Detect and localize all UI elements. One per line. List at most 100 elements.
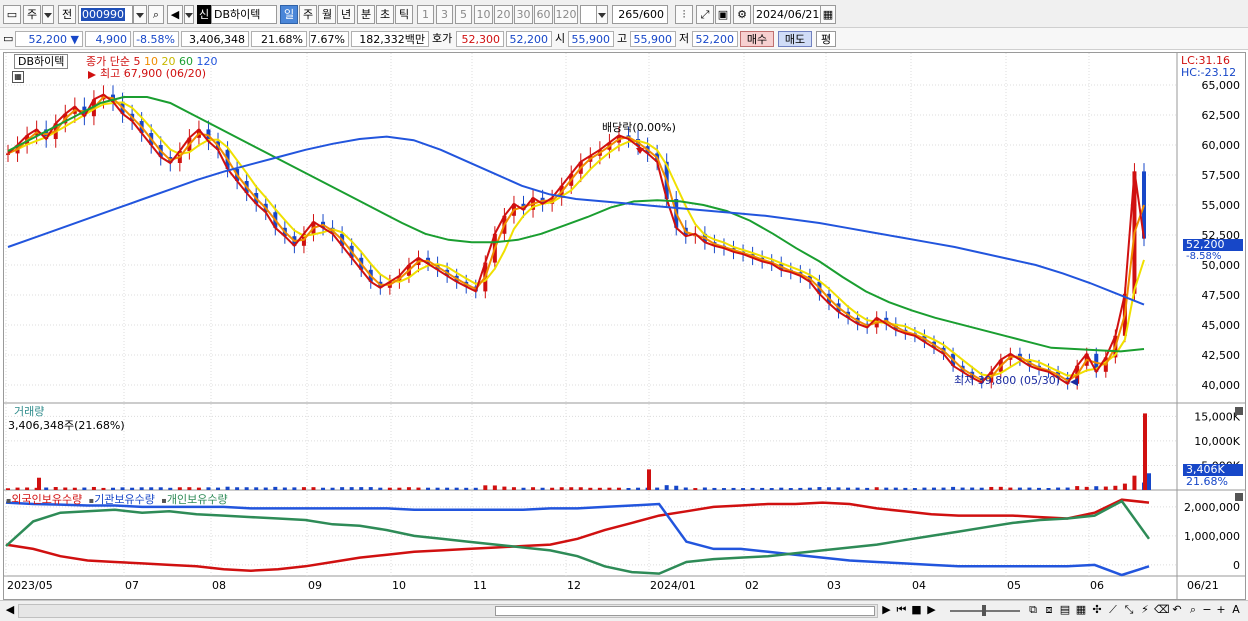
period-tab-week[interactable]: 주	[299, 5, 317, 24]
stock-name-box[interactable]: DB하이텍	[14, 54, 69, 69]
volume-bar	[111, 487, 116, 490]
volume-bar	[1017, 487, 1022, 490]
scroll-left-icon[interactable]: ◀	[4, 603, 16, 619]
speaker-dropdown-icon[interactable]	[184, 5, 194, 24]
legend-institution: 기관보유수량	[94, 493, 155, 506]
search-icon[interactable]: ⌕	[148, 5, 164, 24]
holding-tick-label: 1,000,000	[1184, 530, 1240, 543]
volume-field: 3,406,348	[181, 31, 249, 47]
volume-bar	[817, 487, 822, 490]
chart-canvas[interactable]: 2023/05 07 08 09 10 11 12 2024/01 02 03 04 05 06 06/2…	[4, 53, 1245, 599]
volume-bar	[225, 486, 230, 490]
stock-code-dropdown-icon[interactable]	[133, 5, 147, 24]
interval-3[interactable]: 3	[436, 5, 453, 24]
volume-bar	[731, 487, 736, 490]
scroll-right-icon[interactable]: ▶	[880, 603, 893, 619]
scroll-thumb[interactable]	[495, 606, 875, 616]
period-tab-month[interactable]: 월	[318, 5, 336, 24]
save-icon[interactable]: ▣	[715, 5, 731, 24]
zoom-slider-handle[interactable]	[982, 605, 986, 616]
market-type-select[interactable]: 주	[23, 5, 41, 24]
eraser-icon[interactable]: ⌫	[1154, 603, 1170, 619]
zoom-slider[interactable]	[950, 603, 1020, 619]
volume-bar	[597, 487, 602, 490]
speaker-icon[interactable]: ◀	[167, 5, 183, 24]
font-size-icon[interactable]: A	[1229, 603, 1243, 619]
scroll-track[interactable]	[18, 604, 878, 618]
grid-toggle-icon[interactable]: ▦	[12, 71, 24, 83]
settings-gear-icon[interactable]: ⚙	[733, 5, 751, 24]
ray-icon[interactable]: ⤡	[1122, 603, 1136, 619]
volume-bar	[540, 487, 545, 490]
interval-dropdown-icon[interactable]	[596, 5, 608, 24]
volume-bar	[989, 486, 994, 490]
bottom-scroll-bar: ◀ ▶ ⏮ ■ ▶ ⧉ ⧈ ▤ ▦ ✣ ⟋ ⤡ ⚡ ⌫ ↶ ⌕ − + A	[0, 600, 1248, 621]
volume-spike-bar	[647, 469, 651, 490]
zoom-out-icon[interactable]: −	[1201, 603, 1213, 619]
volume-pane-close-icon[interactable]	[1235, 407, 1243, 415]
interval-30[interactable]: 30	[514, 5, 533, 24]
print-icon[interactable]: ▤	[1058, 603, 1072, 619]
ma20-line	[7, 101, 1145, 378]
volume-bar	[702, 487, 707, 490]
interval-120[interactable]: 120	[554, 5, 578, 24]
period-tab-day[interactable]: 일	[280, 5, 298, 24]
price-tick-label: 60,000	[1202, 139, 1241, 152]
candle-type-icon[interactable]: ⫶	[675, 5, 693, 24]
x-tick-label: 08	[212, 579, 226, 592]
collapse-icon[interactable]: ▭	[3, 31, 13, 47]
play-icon[interactable]: ▶	[925, 603, 938, 619]
volume-bar	[750, 487, 755, 490]
stock-code-input[interactable]: 000990	[78, 5, 133, 24]
holding-tick-label: 0	[1233, 559, 1240, 572]
buy-button[interactable]: 매수	[740, 31, 774, 47]
zoom-in-icon[interactable]: +	[1215, 603, 1227, 619]
count-total: /600	[639, 8, 664, 21]
period-tab-minute[interactable]: 분	[357, 5, 375, 24]
holding-series-line	[5, 499, 1151, 575]
holding-pane-close-icon[interactable]	[1235, 493, 1243, 501]
interval-20[interactable]: 20	[494, 5, 513, 24]
period-tab-tick[interactable]: 틱	[395, 5, 413, 24]
x-tick-label: 2023/05	[7, 579, 53, 592]
undo-icon[interactable]: ↶	[1170, 603, 1184, 619]
interval-5[interactable]: 5	[455, 5, 472, 24]
compare-icon[interactable]: ⧈	[1042, 603, 1056, 619]
prev-label: 전	[61, 8, 73, 21]
sell-button-label: 매도	[784, 33, 806, 46]
period-tab-second[interactable]: 초	[376, 5, 394, 24]
trend-icon[interactable]: ⟋	[1106, 603, 1120, 619]
period-tab-year-label: 년	[340, 8, 352, 21]
chart-area[interactable]: 2023/05 07 08 09 10 11 12 2024/01 02 03 04 05 06 06/2…	[3, 52, 1246, 600]
chart-toolbar: ▭ 주 전 000990 ⌕ ◀ 신 DB하이텍 일 주 월 년 분 초 틱 1…	[0, 0, 1248, 28]
first-icon[interactable]: ⏮	[895, 603, 908, 619]
volume-bar	[321, 487, 326, 490]
interval-60[interactable]: 60	[534, 5, 553, 24]
interval-1[interactable]: 1	[417, 5, 434, 24]
layout-icon[interactable]: ⧉	[1026, 603, 1040, 619]
draw-tool-icon[interactable]: ⤢	[696, 5, 714, 24]
volume-bar	[426, 487, 431, 490]
market-type-label: 주	[26, 8, 38, 21]
count-field[interactable]: 265/600	[612, 5, 668, 24]
open-value: 55,900	[571, 33, 611, 46]
avg-button[interactable]: 평	[816, 31, 836, 47]
stop-icon[interactable]: ■	[910, 603, 923, 619]
window-menu-icon[interactable]: ▭	[3, 5, 21, 24]
period-tab-year[interactable]: 년	[337, 5, 355, 24]
volume-bar	[874, 487, 879, 490]
calendar-icon[interactable]: ▦	[820, 5, 836, 24]
interval-10[interactable]: 10	[474, 5, 493, 24]
prev-button[interactable]: 전	[58, 5, 76, 24]
volume-bar	[1036, 487, 1041, 490]
volume-bar	[807, 487, 812, 490]
sell-button[interactable]: 매도	[778, 31, 812, 47]
zoom-icon[interactable]: ⌕	[1186, 603, 1200, 619]
date-input[interactable]: 2024/06/21	[753, 5, 821, 24]
volume-bar	[130, 487, 135, 490]
period-tab-day-label: 일	[283, 8, 295, 21]
crosshair-icon[interactable]: ✣	[1090, 603, 1104, 619]
table-icon[interactable]: ▦	[1074, 603, 1088, 619]
fib-icon[interactable]: ⚡	[1138, 603, 1152, 619]
market-type-dropdown-icon[interactable]	[42, 5, 54, 24]
